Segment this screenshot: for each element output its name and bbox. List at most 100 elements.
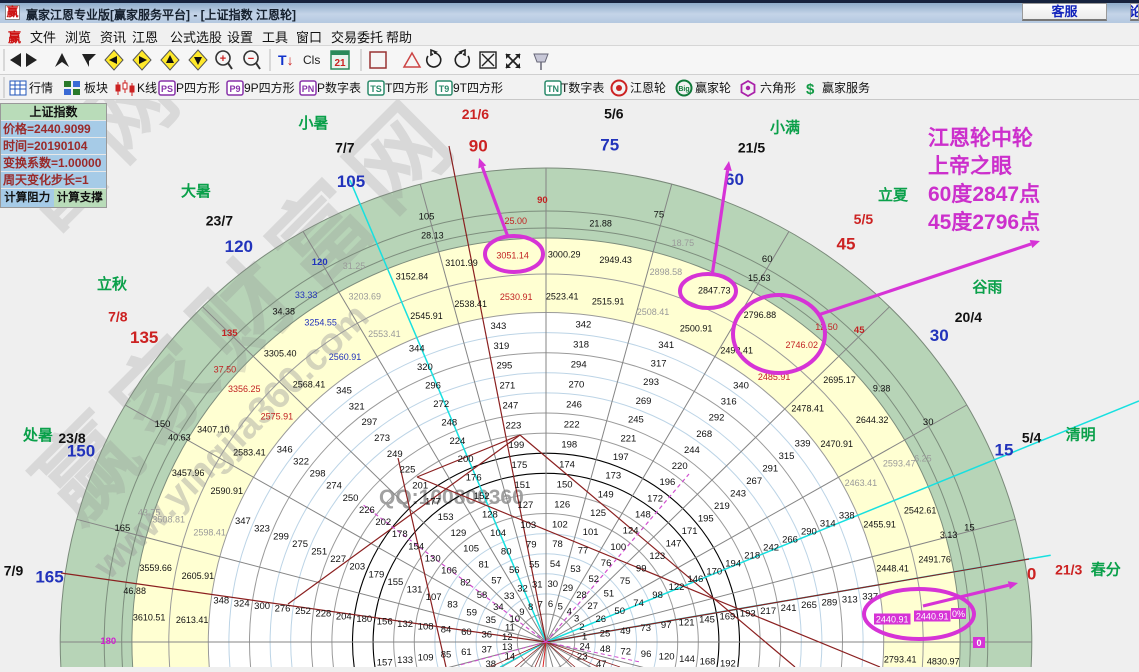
svg-text:251: 251 (311, 547, 327, 558)
svg-text:23/8: 23/8 (58, 430, 85, 446)
svg-text:3356.25: 3356.25 (228, 384, 261, 394)
svg-text:21/5: 21/5 (738, 139, 765, 155)
svg-text:194: 194 (725, 558, 741, 569)
svg-text:202: 202 (375, 517, 391, 528)
svg-text:99: 99 (636, 563, 647, 574)
svg-text:178: 178 (392, 529, 408, 540)
svg-text:赢家轮: 赢家轮 (695, 80, 731, 95)
svg-text:290: 290 (801, 527, 817, 538)
svg-text:227: 227 (330, 554, 346, 565)
svg-text:3101.99: 3101.99 (445, 258, 478, 268)
svg-text:275: 275 (292, 539, 308, 550)
svg-text:272: 272 (433, 399, 449, 410)
svg-text:50: 50 (614, 606, 625, 617)
svg-text:7: 7 (538, 599, 543, 610)
svg-text:165: 165 (35, 568, 63, 587)
svg-text:130: 130 (425, 553, 441, 564)
svg-text:322: 322 (293, 457, 309, 468)
svg-text:228: 228 (315, 609, 331, 620)
svg-text:125: 125 (590, 508, 606, 519)
svg-text:56: 56 (509, 565, 520, 576)
svg-text:53: 53 (570, 564, 581, 575)
svg-text:37: 37 (482, 645, 493, 656)
svg-text:226: 226 (359, 505, 375, 516)
svg-text:319: 319 (493, 341, 509, 352)
svg-text:127: 127 (517, 500, 533, 511)
svg-text:4830.97: 4830.97 (927, 657, 960, 667)
svg-text:5: 5 (558, 602, 563, 613)
svg-text:2491.76: 2491.76 (918, 555, 951, 565)
svg-text:37.50: 37.50 (214, 365, 237, 375)
svg-text:75: 75 (600, 136, 619, 155)
svg-text:218: 218 (744, 550, 760, 561)
svg-text:246: 246 (566, 400, 582, 411)
svg-text:72: 72 (620, 647, 631, 658)
svg-text:3.13: 3.13 (940, 530, 958, 540)
svg-text:TN: TN (547, 84, 559, 94)
svg-text:2590.91: 2590.91 (211, 486, 244, 496)
svg-text:30: 30 (930, 326, 949, 345)
svg-text:3254.55: 3254.55 (304, 317, 337, 327)
svg-text:处暑: 处暑 (22, 426, 53, 444)
svg-text:101: 101 (583, 527, 599, 538)
svg-text:5/6: 5/6 (604, 105, 624, 121)
svg-text:270: 270 (568, 380, 584, 391)
svg-text:−: − (248, 53, 254, 65)
svg-text:清明: 清明 (1066, 426, 1096, 444)
svg-text:5/4: 5/4 (1022, 430, 1042, 446)
svg-text:49: 49 (620, 626, 631, 637)
svg-text:74: 74 (633, 598, 644, 609)
svg-text:25: 25 (600, 629, 611, 640)
svg-text:TS: TS (370, 84, 382, 94)
svg-text:105: 105 (419, 211, 435, 222)
svg-text:78: 78 (552, 539, 563, 550)
svg-text:296: 296 (425, 380, 441, 391)
svg-text:33.33: 33.33 (295, 290, 318, 300)
svg-text:242: 242 (763, 542, 779, 553)
svg-text:30: 30 (548, 579, 559, 590)
svg-text:2644.32: 2644.32 (856, 415, 889, 425)
svg-text:314: 314 (820, 519, 836, 530)
svg-text:45: 45 (854, 325, 865, 336)
svg-text:176: 176 (466, 473, 482, 484)
svg-text:122: 122 (669, 582, 685, 593)
svg-text:52: 52 (589, 574, 600, 585)
svg-text:31: 31 (532, 579, 543, 590)
svg-text:135: 135 (130, 328, 158, 347)
svg-text:120: 120 (312, 257, 328, 268)
svg-text:2523.41: 2523.41 (546, 291, 579, 301)
svg-text:34.38: 34.38 (273, 307, 296, 317)
svg-text:82: 82 (460, 578, 471, 589)
svg-text:225: 225 (400, 465, 416, 476)
svg-text:31.25: 31.25 (343, 261, 366, 271)
svg-text:+: + (220, 53, 226, 65)
svg-text:40.63: 40.63 (168, 433, 191, 443)
svg-text:26: 26 (596, 614, 607, 625)
svg-text:293: 293 (643, 377, 659, 388)
svg-text:165: 165 (114, 523, 130, 534)
svg-text:248: 248 (441, 417, 457, 428)
svg-text:346: 346 (277, 444, 293, 455)
svg-text:128: 128 (482, 510, 498, 521)
svg-text:79: 79 (526, 540, 537, 551)
svg-text:14: 14 (505, 652, 516, 663)
svg-text:20/4: 20/4 (955, 309, 982, 325)
svg-text:298: 298 (310, 469, 326, 480)
svg-text:28: 28 (576, 590, 587, 601)
svg-text:24: 24 (580, 642, 591, 653)
svg-text:204: 204 (336, 611, 352, 622)
svg-text:32: 32 (517, 584, 528, 595)
svg-text:8: 8 (528, 602, 533, 613)
svg-text:2847.73: 2847.73 (698, 286, 731, 296)
svg-text:2793.41: 2793.41 (884, 654, 917, 664)
svg-text:P四方形: P四方形 (176, 80, 220, 95)
svg-text:2568.41: 2568.41 (293, 380, 326, 390)
svg-text:75: 75 (654, 210, 665, 221)
svg-text:169: 169 (719, 612, 735, 623)
svg-text:6: 6 (548, 599, 553, 610)
svg-text:48: 48 (600, 644, 611, 655)
svg-text:T9: T9 (439, 84, 450, 94)
svg-text:107: 107 (426, 592, 442, 603)
svg-text:23/7: 23/7 (206, 213, 233, 229)
svg-text:217: 217 (760, 606, 776, 617)
